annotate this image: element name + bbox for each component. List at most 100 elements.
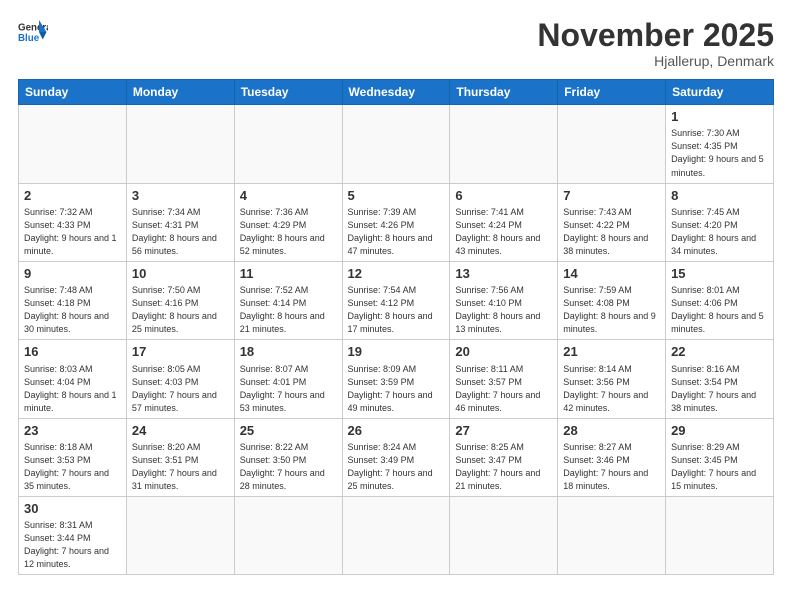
day-info: Sunrise: 8:03 AM Sunset: 4:04 PM Dayligh… xyxy=(24,363,121,415)
day-number: 27 xyxy=(455,422,552,440)
calendar-header-row: Sunday Monday Tuesday Wednesday Thursday… xyxy=(19,80,774,105)
day-number: 1 xyxy=(671,108,768,126)
table-row: 12Sunrise: 7:54 AM Sunset: 4:12 PM Dayli… xyxy=(342,261,450,339)
table-row: 14Sunrise: 7:59 AM Sunset: 4:08 PM Dayli… xyxy=(558,261,666,339)
day-info: Sunrise: 8:31 AM Sunset: 3:44 PM Dayligh… xyxy=(24,519,121,571)
table-row: 30Sunrise: 8:31 AM Sunset: 3:44 PM Dayli… xyxy=(19,497,127,575)
table-row: 20 Sunrise: 8:11 AM Sunset: 3:57 PM Dayli… xyxy=(450,340,558,418)
day-number: 25 xyxy=(240,422,337,440)
day-info: Sunrise: 8:16 AM Sunset: 3:54 PM Dayligh… xyxy=(671,363,768,415)
table-row: 5Sunrise: 7:39 AM Sunset: 4:26 PM Daylig… xyxy=(342,183,450,261)
day-info: Sunrise: 8:27 AM Sunset: 3:46 PM Dayligh… xyxy=(563,441,660,493)
table-row: 25Sunrise: 8:22 AM Sunset: 3:50 PM Dayli… xyxy=(234,418,342,496)
day-info: Sunrise: 8:22 AM Sunset: 3:50 PM Dayligh… xyxy=(240,441,337,493)
table-row xyxy=(450,497,558,575)
table-row: 8Sunrise: 7:45 AM Sunset: 4:20 PM Daylig… xyxy=(666,183,774,261)
day-info: Sunrise: 8:24 AM Sunset: 3:49 PM Dayligh… xyxy=(348,441,445,493)
day-info: Sunrise: 7:43 AM Sunset: 4:22 PM Dayligh… xyxy=(563,206,660,258)
header-friday: Friday xyxy=(558,80,666,105)
table-row: 13Sunrise: 7:56 AM Sunset: 4:10 PM Dayli… xyxy=(450,261,558,339)
day-info: Sunrise: 7:32 AM Sunset: 4:33 PM Dayligh… xyxy=(24,206,121,258)
page: General Blue November 2025 Hjallerup, De… xyxy=(0,0,792,612)
day-info: Sunrise: 7:52 AM Sunset: 4:14 PM Dayligh… xyxy=(240,284,337,336)
day-info: Sunrise: 8:14 AM Sunset: 3:56 PM Dayligh… xyxy=(563,363,660,415)
table-row: 1Sunrise: 7:30 AM Sunset: 4:35 PM Daylig… xyxy=(666,105,774,183)
day-number: 15 xyxy=(671,265,768,283)
day-number: 4 xyxy=(240,187,337,205)
day-number: 24 xyxy=(132,422,229,440)
day-info: Sunrise: 7:41 AM Sunset: 4:24 PM Dayligh… xyxy=(455,206,552,258)
table-row: 3Sunrise: 7:34 AM Sunset: 4:31 PM Daylig… xyxy=(126,183,234,261)
table-row xyxy=(558,497,666,575)
table-row xyxy=(450,105,558,183)
day-info: Sunrise: 7:36 AM Sunset: 4:29 PM Dayligh… xyxy=(240,206,337,258)
day-info: Sunrise: 8:01 AM Sunset: 4:06 PM Dayligh… xyxy=(671,284,768,336)
table-row xyxy=(126,497,234,575)
day-number: 26 xyxy=(348,422,445,440)
table-row: 27Sunrise: 8:25 AM Sunset: 3:47 PM Dayli… xyxy=(450,418,558,496)
day-number: 19 xyxy=(348,343,445,361)
table-row: 24Sunrise: 8:20 AM Sunset: 3:51 PM Dayli… xyxy=(126,418,234,496)
table-row: 17Sunrise: 8:05 AM Sunset: 4:03 PM Dayli… xyxy=(126,340,234,418)
day-info: Sunrise: 7:39 AM Sunset: 4:26 PM Dayligh… xyxy=(348,206,445,258)
table-row: 7Sunrise: 7:43 AM Sunset: 4:22 PM Daylig… xyxy=(558,183,666,261)
header-thursday: Thursday xyxy=(450,80,558,105)
day-number: 20 xyxy=(455,343,552,361)
day-number: 6 xyxy=(455,187,552,205)
table-row xyxy=(666,497,774,575)
day-number: 9 xyxy=(24,265,121,283)
day-number: 30 xyxy=(24,500,121,518)
table-row: 21 Sunrise: 8:14 AM Sunset: 3:56 PM Dayli… xyxy=(558,340,666,418)
table-row xyxy=(126,105,234,183)
day-number: 23 xyxy=(24,422,121,440)
table-row: 6Sunrise: 7:41 AM Sunset: 4:24 PM Daylig… xyxy=(450,183,558,261)
day-number: 28 xyxy=(563,422,660,440)
day-number: 11 xyxy=(240,265,337,283)
day-number: 7 xyxy=(563,187,660,205)
month-title: November 2025 xyxy=(537,18,774,53)
day-number: 29 xyxy=(671,422,768,440)
table-row xyxy=(19,105,127,183)
table-row: 16 Sunrise: 8:03 AM Sunset: 4:04 PM Dayli… xyxy=(19,340,127,418)
table-row: 10Sunrise: 7:50 AM Sunset: 4:16 PM Dayli… xyxy=(126,261,234,339)
header: General Blue November 2025 Hjallerup, De… xyxy=(18,18,774,69)
day-number: 3 xyxy=(132,187,229,205)
table-row: 2Sunrise: 7:32 AM Sunset: 4:33 PM Daylig… xyxy=(19,183,127,261)
calendar-table: Sunday Monday Tuesday Wednesday Thursday… xyxy=(18,79,774,575)
table-row: 9Sunrise: 7:48 AM Sunset: 4:18 PM Daylig… xyxy=(19,261,127,339)
table-row: 18Sunrise: 8:07 AM Sunset: 4:01 PM Dayli… xyxy=(234,340,342,418)
day-number: 5 xyxy=(348,187,445,205)
header-tuesday: Tuesday xyxy=(234,80,342,105)
header-wednesday: Wednesday xyxy=(342,80,450,105)
day-info: Sunrise: 7:45 AM Sunset: 4:20 PM Dayligh… xyxy=(671,206,768,258)
svg-text:Blue: Blue xyxy=(18,33,40,44)
day-info: Sunrise: 8:29 AM Sunset: 3:45 PM Dayligh… xyxy=(671,441,768,493)
day-number: 21 xyxy=(563,343,660,361)
table-row: 29Sunrise: 8:29 AM Sunset: 3:45 PM Dayli… xyxy=(666,418,774,496)
day-info: Sunrise: 7:48 AM Sunset: 4:18 PM Dayligh… xyxy=(24,284,121,336)
day-number: 10 xyxy=(132,265,229,283)
day-info: Sunrise: 7:56 AM Sunset: 4:10 PM Dayligh… xyxy=(455,284,552,336)
table-row: 26Sunrise: 8:24 AM Sunset: 3:49 PM Dayli… xyxy=(342,418,450,496)
day-info: Sunrise: 8:20 AM Sunset: 3:51 PM Dayligh… xyxy=(132,441,229,493)
logo-icon: General Blue xyxy=(18,18,48,46)
day-number: 13 xyxy=(455,265,552,283)
table-row xyxy=(558,105,666,183)
title-block: November 2025 Hjallerup, Denmark xyxy=(537,18,774,69)
table-row: 19 Sunrise: 8:09 AM Sunset: 3:59 PM Dayli… xyxy=(342,340,450,418)
location: Hjallerup, Denmark xyxy=(537,53,774,69)
table-row xyxy=(342,105,450,183)
day-info: Sunrise: 7:30 AM Sunset: 4:35 PM Dayligh… xyxy=(671,127,768,179)
table-row xyxy=(234,105,342,183)
day-number: 17 xyxy=(132,343,229,361)
day-info: Sunrise: 8:11 AM Sunset: 3:57 PM Dayligh… xyxy=(455,363,552,415)
day-info: Sunrise: 7:50 AM Sunset: 4:16 PM Dayligh… xyxy=(132,284,229,336)
table-row xyxy=(342,497,450,575)
table-row: 11Sunrise: 7:52 AM Sunset: 4:14 PM Dayli… xyxy=(234,261,342,339)
day-number: 16 xyxy=(24,343,121,361)
table-row: 22Sunrise: 8:16 AM Sunset: 3:54 PM Dayli… xyxy=(666,340,774,418)
table-row: 28Sunrise: 8:27 AM Sunset: 3:46 PM Dayli… xyxy=(558,418,666,496)
day-info: Sunrise: 8:09 AM Sunset: 3:59 PM Dayligh… xyxy=(348,363,445,415)
day-number: 12 xyxy=(348,265,445,283)
day-info: Sunrise: 7:34 AM Sunset: 4:31 PM Dayligh… xyxy=(132,206,229,258)
